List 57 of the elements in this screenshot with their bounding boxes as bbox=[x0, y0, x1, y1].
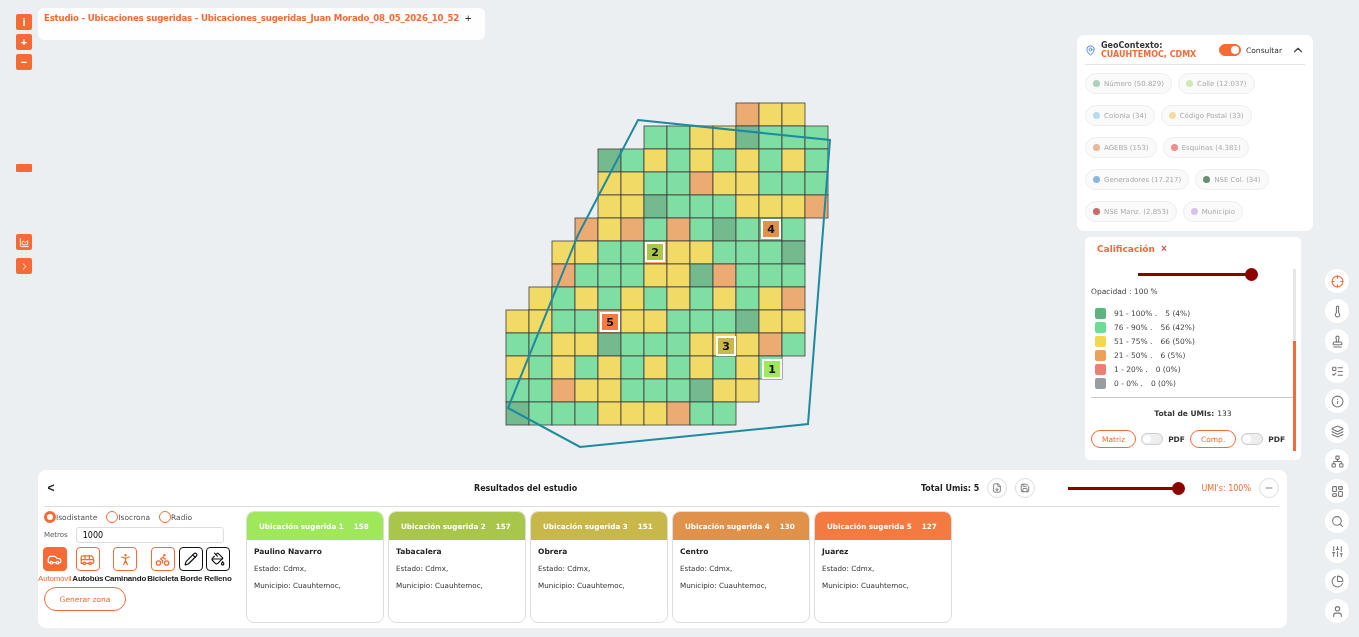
location-marker[interactable]: 5 bbox=[600, 312, 620, 332]
dashboard-icon bbox=[1330, 484, 1344, 498]
location-marker[interactable]: 3 bbox=[716, 336, 736, 356]
travel-mode-label: Bicicleta bbox=[147, 574, 179, 583]
travel-mode-label: Borde bbox=[180, 574, 203, 583]
pdf-toggle[interactable] bbox=[1241, 433, 1264, 445]
scrollbar[interactable] bbox=[1293, 269, 1296, 451]
location-marker[interactable]: 1 bbox=[762, 359, 782, 379]
rating-title: Calificación bbox=[1097, 243, 1155, 254]
geocontext-title: GeoContexto: bbox=[1101, 41, 1164, 50]
travel-mode-label: Automóvil bbox=[38, 574, 72, 583]
umi-label: UMI's: 100% bbox=[1201, 483, 1251, 493]
export-file-button[interactable] bbox=[987, 478, 1008, 498]
paint-bucket-icon bbox=[211, 552, 225, 566]
location-marker[interactable]: 4 bbox=[761, 219, 781, 239]
travel-mode-label: Caminando bbox=[104, 574, 147, 583]
checklist-icon bbox=[1330, 364, 1344, 378]
consultar-toggle[interactable] bbox=[1219, 44, 1242, 56]
crosshair-icon bbox=[1330, 274, 1344, 288]
travel-mode-button[interactable] bbox=[206, 547, 230, 571]
pdf-toggle[interactable] bbox=[1141, 433, 1164, 445]
opacity-thumb[interactable] bbox=[1245, 268, 1258, 281]
location-marker[interactable]: 2 bbox=[645, 242, 665, 262]
network-icon bbox=[1330, 454, 1344, 468]
location-pin-icon bbox=[1085, 44, 1096, 56]
travel-mode-button[interactable] bbox=[179, 547, 204, 571]
bicycle-icon bbox=[155, 551, 171, 567]
save-icon bbox=[1020, 483, 1031, 493]
close-button[interactable]: × bbox=[1160, 243, 1167, 254]
collapse-button[interactable] bbox=[1259, 478, 1279, 498]
area-chart-icon bbox=[18, 236, 30, 248]
pie-chart-icon bbox=[1330, 574, 1344, 588]
stamp-icon bbox=[1330, 334, 1344, 348]
total-umis: Total Umis: 5 bbox=[920, 483, 980, 493]
results-title: Resultados del estudio bbox=[474, 483, 579, 493]
layers-icon bbox=[1330, 424, 1344, 438]
file-download-icon bbox=[992, 483, 1003, 493]
pencil-icon bbox=[184, 552, 199, 566]
expand-button[interactable] bbox=[16, 258, 32, 274]
travel-mode-label: Autobús bbox=[72, 574, 104, 583]
travel-mode-label: Relleno bbox=[204, 574, 232, 583]
back-button[interactable]: < bbox=[44, 481, 58, 495]
add-button[interactable]: + bbox=[465, 13, 472, 24]
save-button[interactable] bbox=[1015, 478, 1036, 498]
info-button[interactable]: i bbox=[16, 14, 32, 30]
sliders-icon bbox=[1330, 544, 1344, 558]
scroll-thumb[interactable] bbox=[1293, 341, 1296, 451]
geocontext-place: CUAUHTEMOC, CDMX bbox=[1101, 50, 1198, 59]
info-icon bbox=[1330, 394, 1344, 408]
zoom-out-button[interactable]: − bbox=[16, 54, 32, 70]
user-icon bbox=[1330, 604, 1344, 618]
study-title: Estudio - Ubicaciones sugeridas - Ubicaciones_sugeridas_Juan Morado_08_05_2026_10_52 bbox=[44, 13, 459, 23]
zoom-in-button[interactable]: + bbox=[16, 34, 32, 50]
chart-button[interactable] bbox=[16, 234, 32, 250]
umi-thumb[interactable] bbox=[1172, 481, 1186, 495]
meters-input[interactable]: 1000 bbox=[75, 527, 224, 543]
search-icon bbox=[1330, 514, 1344, 528]
